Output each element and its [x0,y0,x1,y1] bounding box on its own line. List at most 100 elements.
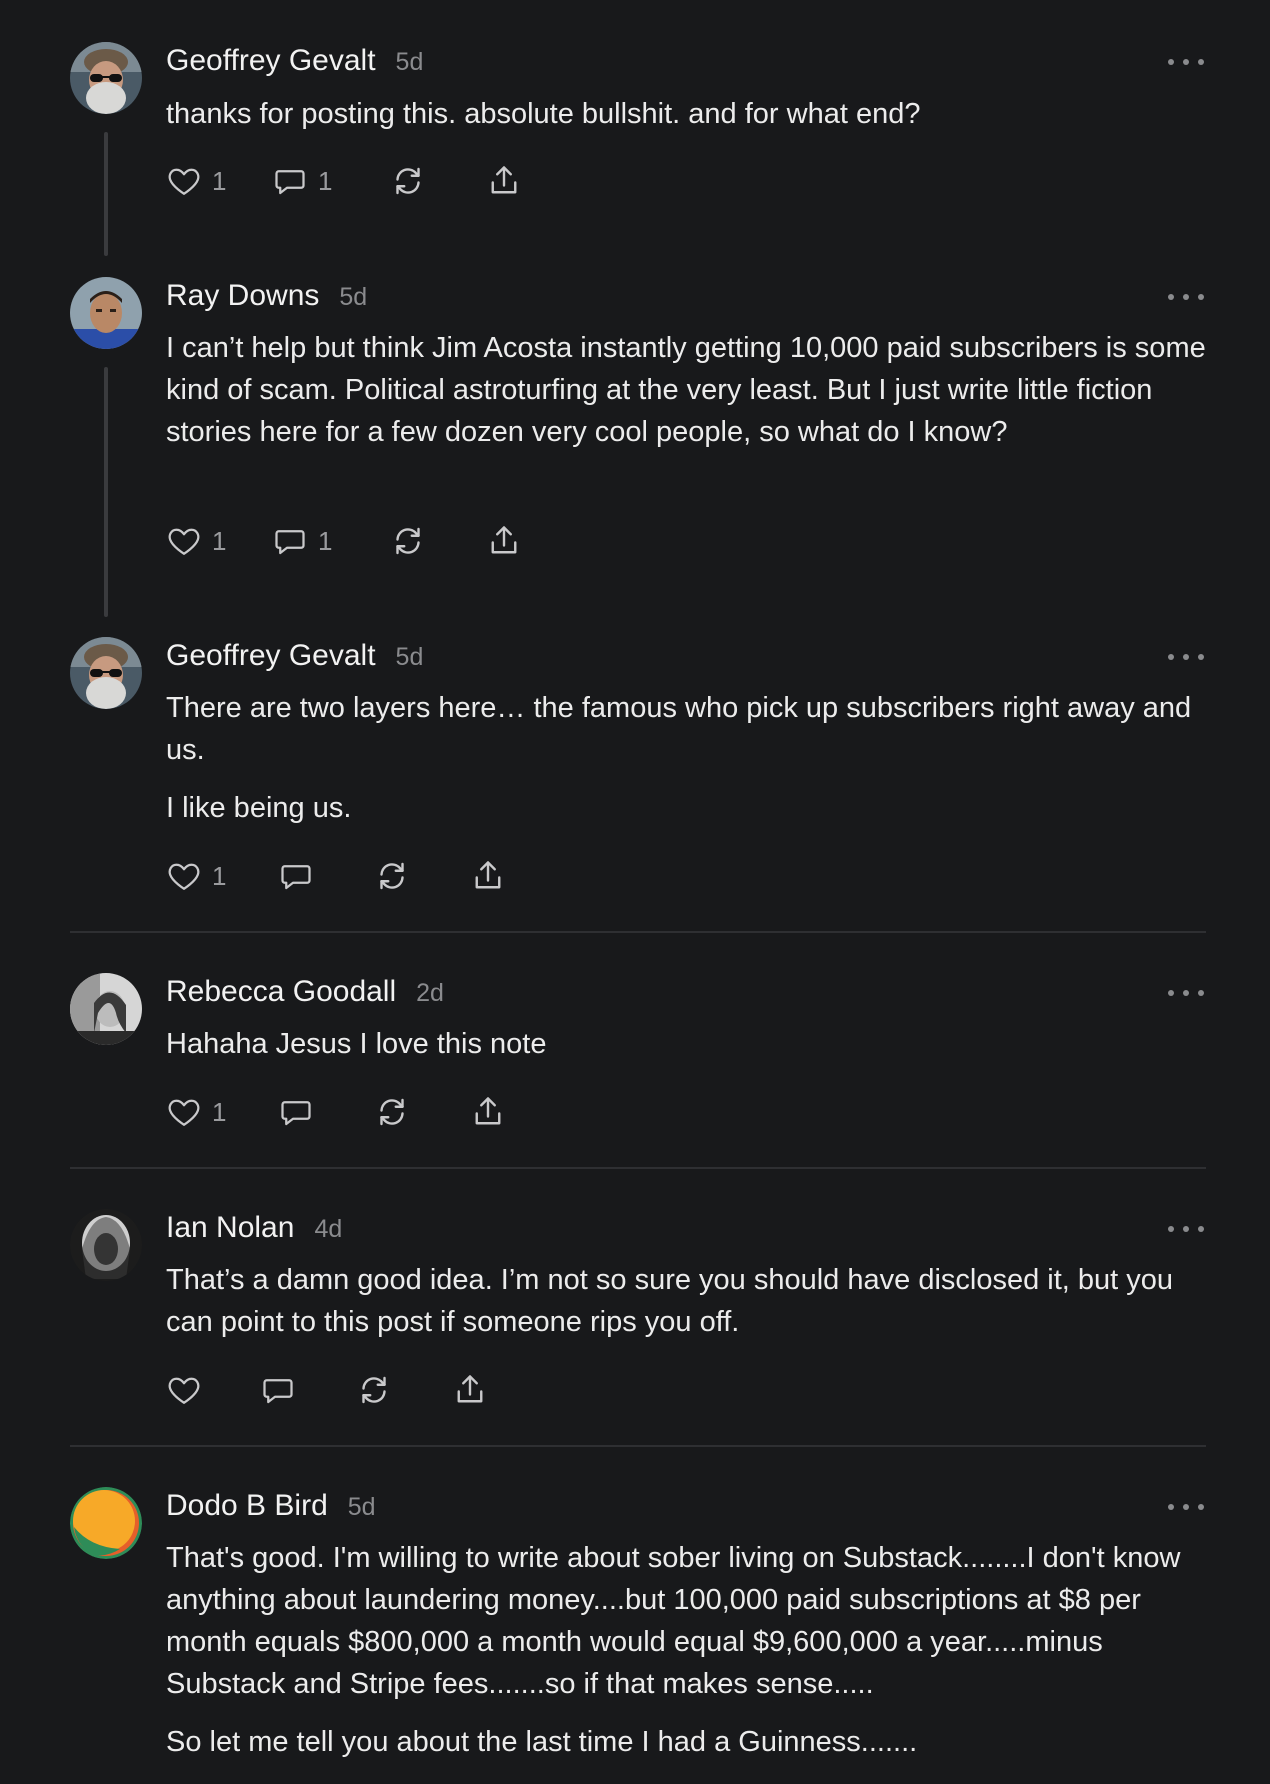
reply-button[interactable]: 1 [272,161,332,201]
avatar[interactable] [70,277,142,349]
restack-arrows-icon [390,523,426,559]
like-count: 1 [212,525,227,556]
heart-icon [166,858,202,894]
avatar[interactable] [70,637,142,709]
share-upload-icon [486,523,522,559]
restack-button[interactable] [390,521,426,561]
share-button[interactable] [470,1092,506,1132]
share-upload-icon [452,1372,488,1408]
author-name[interactable]: Ian Nolan [166,1211,294,1245]
comment-header: Rebecca Goodall 2d [166,975,444,1009]
comment-paragraph: There are two layers here… the famous wh… [166,692,1192,766]
restack-button[interactable] [356,1370,392,1410]
comment-body: That’s a damn good idea. I’m not so sure… [166,1259,1216,1359]
heart-icon [166,1094,202,1130]
divider [70,1167,1206,1169]
divider [70,931,1206,933]
more-options-button[interactable] [1168,1219,1204,1239]
reply-button[interactable] [278,1092,314,1132]
author-name[interactable]: Ray Downs [166,279,319,313]
author-name[interactable]: Geoffrey Gevalt [166,639,376,673]
comment-header: Dodo B Bird 5d [166,1489,376,1523]
speech-bubble-icon [278,858,314,894]
reply-count: 1 [318,525,333,556]
like-button[interactable] [166,1370,202,1410]
like-button[interactable]: 1 [166,161,226,201]
comment-body: There are two layers here… the famous wh… [166,687,1216,845]
avatar[interactable] [70,973,142,1045]
ellipsis-icon [1168,990,1174,996]
comment-paragraph: I like being us. [166,792,352,824]
comment-header: Ian Nolan 4d [166,1211,342,1245]
comment-header: Geoffrey Gevalt 5d [166,44,423,78]
restack-button[interactable] [374,1092,410,1132]
restack-arrows-icon [356,1372,392,1408]
comment-header: Geoffrey Gevalt 5d [166,639,423,673]
timestamp[interactable]: 5d [348,1493,376,1522]
comment-body: That's good. I'm willing to write about … [166,1537,1216,1779]
avatar[interactable] [70,42,142,114]
comment-body: Hahaha Jesus I love this note [166,1023,1216,1081]
ellipsis-icon [1168,59,1174,65]
author-name[interactable]: Dodo B Bird [166,1489,328,1523]
avatar[interactable] [70,1487,142,1559]
heart-icon [166,163,202,199]
comment-body: I can’t help but think Jim Acosta instan… [166,327,1216,469]
share-upload-icon [470,858,506,894]
heart-icon [166,523,202,559]
like-button[interactable]: 1 [166,856,226,896]
comment-paragraph: That’s a damn good idea. I’m not so sure… [166,1264,1174,1338]
reply-button[interactable] [278,856,314,896]
comment-body: thanks for posting this. absolute bullsh… [166,93,1216,151]
ellipsis-icon [1168,1504,1174,1510]
reply-count: 1 [318,165,333,196]
share-button[interactable] [486,521,522,561]
timestamp[interactable]: 5d [396,48,424,77]
more-options-button[interactable] [1168,983,1204,1003]
timestamp[interactable]: 2d [416,979,444,1008]
heart-icon [166,1372,202,1408]
ellipsis-icon [1168,294,1174,300]
comment-paragraph: So let me tell you about the last time I… [166,1726,918,1758]
like-button[interactable]: 1 [166,1092,226,1132]
restack-arrows-icon [374,858,410,894]
timestamp[interactable]: 5d [339,283,367,312]
share-button[interactable] [486,161,522,201]
speech-bubble-icon [278,1094,314,1130]
ellipsis-icon [1168,654,1174,660]
avatar[interactable] [70,1209,142,1281]
timestamp[interactable]: 4d [314,1215,342,1244]
comment-paragraph: That's good. I'm willing to write about … [166,1542,1181,1700]
divider [70,1445,1206,1447]
share-upload-icon [486,163,522,199]
comment-paragraph: Hahaha Jesus I love this note [166,1028,547,1060]
restack-button[interactable] [374,856,410,896]
more-options-button[interactable] [1168,287,1204,307]
share-button[interactable] [452,1370,488,1410]
restack-button[interactable] [390,161,426,201]
like-count: 1 [212,165,227,196]
author-name[interactable]: Geoffrey Gevalt [166,44,376,78]
share-button[interactable] [470,856,506,896]
speech-bubble-icon [272,523,308,559]
more-options-button[interactable] [1168,1497,1204,1517]
more-options-button[interactable] [1168,647,1204,667]
ellipsis-icon [1168,1226,1174,1232]
restack-arrows-icon [390,163,426,199]
speech-bubble-icon [260,1372,296,1408]
reply-button[interactable]: 1 [272,521,332,561]
speech-bubble-icon [272,163,308,199]
comment-paragraph: thanks for posting this. absolute bullsh… [166,98,921,130]
like-button[interactable]: 1 [166,521,226,561]
thread-line [104,132,108,256]
share-upload-icon [470,1094,506,1130]
author-name[interactable]: Rebecca Goodall [166,975,396,1009]
more-options-button[interactable] [1168,52,1204,72]
restack-arrows-icon [374,1094,410,1130]
reply-button[interactable] [260,1370,296,1410]
comment-header: Ray Downs 5d [166,279,367,313]
timestamp[interactable]: 5d [396,643,424,672]
like-count: 1 [212,1096,227,1127]
thread-line [104,367,108,617]
comment-paragraph: I can’t help but think Jim Acosta instan… [166,332,1206,448]
